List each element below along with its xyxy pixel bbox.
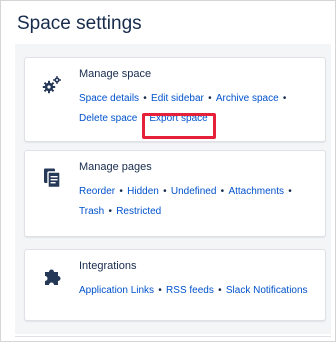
separator: • [119,186,123,197]
undefined-link[interactable]: Undefined [171,182,217,202]
separator: • [141,113,146,124]
rss-feeds-link[interactable]: RSS feeds [166,281,214,301]
hidden-link[interactable]: Hidden [127,182,159,202]
separator: • [208,93,212,104]
application-links-link[interactable]: Application Links [79,281,154,301]
restricted-link[interactable]: Restricted [116,202,161,222]
archive-space-link[interactable]: Archive space [216,89,279,109]
gears-icon [39,72,65,98]
separator: • [218,285,222,296]
attachments-link[interactable]: Attachments [228,182,284,202]
integrations-title: Integrations [79,260,137,272]
space-details-link[interactable]: Space details [79,89,139,109]
slack-notifications-link[interactable]: Slack Notifications [226,281,308,301]
separator: • [288,186,292,197]
manage-pages-links: Reorder • Hidden • Undefined • Attachments • Tra… [79,182,315,222]
separator: • [220,186,225,197]
manage-space-title: Manage space [79,68,152,80]
integrations-card: Integrations Application Links • RSS feeds… [24,249,326,321]
separator: • [282,93,287,104]
manage-pages-title: Manage pages [79,161,152,173]
separator: • [158,285,162,296]
separator: • [143,93,147,104]
pages-icon [39,165,65,191]
page-title: Space settings [17,13,142,34]
trash-link[interactable]: Trash [79,202,104,222]
puzzle-icon [39,264,65,290]
manage-space-links: Space details • Edit sidebar • Archive space… [79,89,315,129]
edit-sidebar-link[interactable]: Edit sidebar [151,89,204,109]
manage-space-card: Manage space Space details • Edit sidebar •… [24,57,326,142]
separator: • [108,206,112,217]
reorder-link[interactable]: Reorder [79,182,115,202]
divider [15,336,331,337]
settings-panel: Manage space Space details • Edit sidebar •… [15,44,331,334]
manage-pages-card: Manage pages Reorder • Hidden • Undefined • At… [24,150,326,237]
separator: • [163,186,167,197]
integrations-links: Application Links • RSS feeds • Slack Notifi… [79,281,315,301]
delete-space-link[interactable]: Delete space [79,109,137,129]
export-space-link[interactable]: Export space [149,109,207,129]
